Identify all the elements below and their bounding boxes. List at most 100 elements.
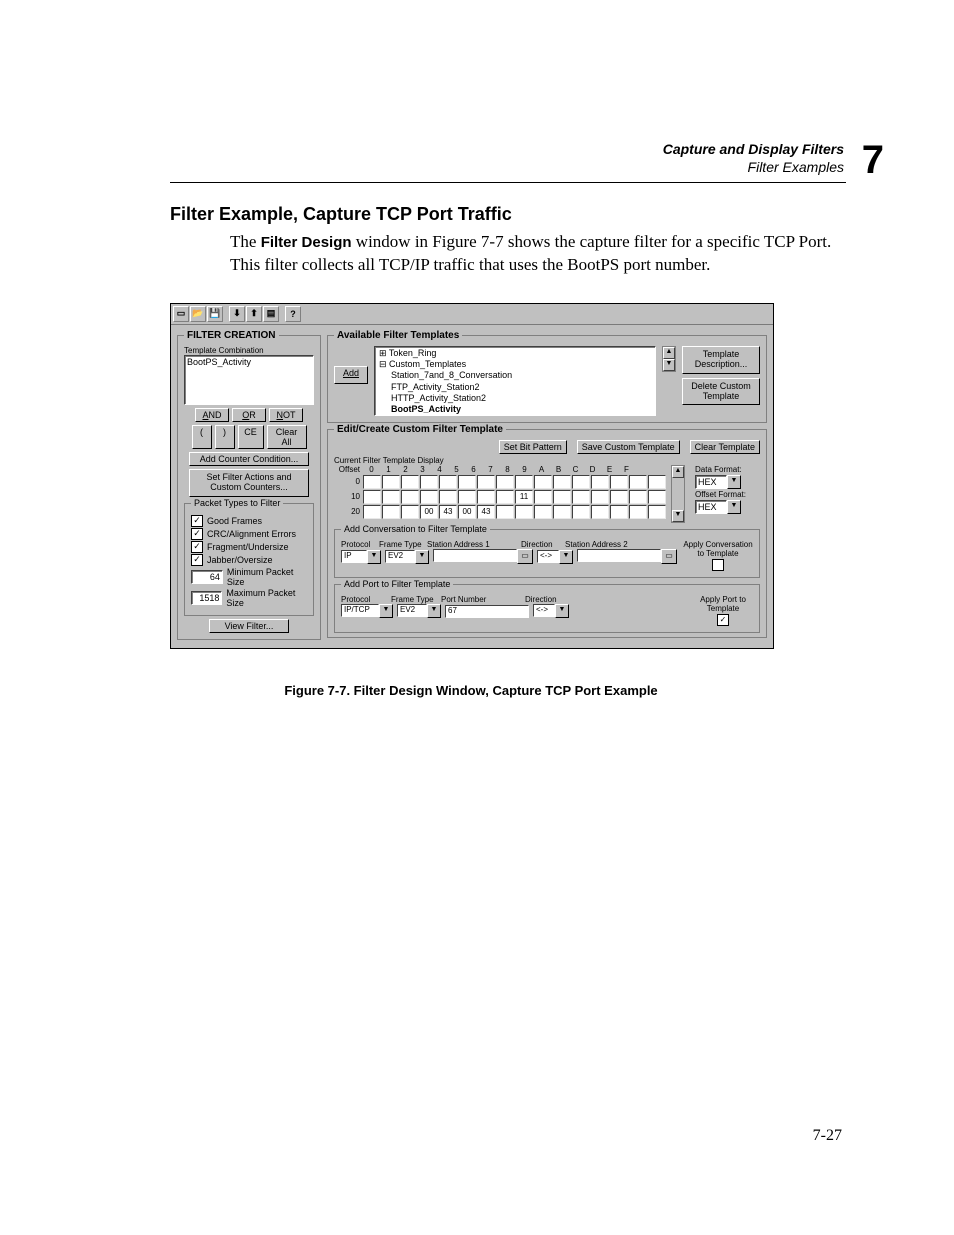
apply-conversation-label: Apply Conversation to Template bbox=[683, 540, 753, 558]
clear-template-button[interactable]: Clear Template bbox=[690, 440, 760, 454]
running-header: Capture and Display Filters Filter Examp… bbox=[663, 140, 844, 176]
template-tree[interactable]: ⊞ Token_Ring ⊟ Custom_Templates Station_… bbox=[374, 346, 656, 416]
tree-item-bootps[interactable]: BootPS_Activity bbox=[379, 404, 653, 415]
offset-format-select[interactable]: HEX bbox=[695, 500, 727, 514]
tree-item-ftp[interactable]: FTP_Activity_Station2 bbox=[379, 382, 653, 393]
crc-errors-checkbox[interactable]: ✓CRC/Alignment Errors bbox=[191, 528, 307, 540]
port-protocol-select[interactable]: IP/TCP bbox=[341, 604, 379, 617]
header-rule bbox=[170, 182, 846, 183]
toolbar-save-icon[interactable]: 💾 bbox=[207, 306, 223, 322]
conv-sa2-field[interactable] bbox=[577, 549, 661, 562]
dropdown-icon[interactable]: ▼ bbox=[555, 604, 569, 618]
apply-conversation-checkbox[interactable] bbox=[712, 559, 724, 571]
toolbar-up-icon[interactable]: ⬆ bbox=[246, 306, 262, 322]
rparen-button[interactable]: ) bbox=[215, 425, 235, 449]
filter-design-window: ▭ 📂 💾 ⬇ ⬆ ▤ ? FILTER CREATION Template C… bbox=[170, 303, 774, 649]
conv-frame-select[interactable]: EV2 bbox=[385, 550, 415, 563]
dropdown-icon[interactable]: ▼ bbox=[727, 475, 741, 489]
max-packet-size-field[interactable]: 1518 bbox=[191, 591, 222, 605]
not-button[interactable]: NOT bbox=[269, 408, 303, 422]
template-combination-label: Template Combination bbox=[184, 346, 314, 355]
offset-format-label: Offset Format: bbox=[695, 490, 746, 499]
port-frame-select[interactable]: EV2 bbox=[397, 604, 427, 617]
bit-row-0: 0 bbox=[334, 475, 667, 489]
add-conversation-title: Add Conversation to Filter Template bbox=[341, 524, 490, 534]
port-direction-select[interactable]: <-> bbox=[533, 604, 555, 617]
add-counter-condition-button[interactable]: Add Counter Condition... bbox=[189, 452, 309, 466]
fragment-checkbox[interactable]: ✓Fragment/Undersize bbox=[191, 541, 307, 553]
ce-button[interactable]: CE bbox=[238, 425, 264, 449]
conv-protocol-select[interactable]: IP bbox=[341, 550, 367, 563]
packet-types-group: Packet Types to Filter ✓Good Frames ✓CRC… bbox=[184, 503, 314, 616]
scroll-up-icon[interactable]: ▲ bbox=[663, 347, 675, 359]
packet-types-title: Packet Types to Filter bbox=[191, 498, 283, 508]
tree-item-custom[interactable]: ⊟ Custom_Templates bbox=[379, 359, 653, 370]
bit-cell-20-5[interactable]: 00 bbox=[458, 505, 476, 519]
check-icon: ✓ bbox=[191, 554, 203, 566]
set-filter-actions-button[interactable]: Set Filter Actions and Custom Counters..… bbox=[189, 469, 309, 497]
dropdown-icon[interactable]: ▼ bbox=[427, 604, 441, 618]
dropdown-icon[interactable]: ▼ bbox=[559, 550, 573, 564]
template-combination-value: BootPS_Activity bbox=[187, 357, 251, 367]
tree-item-http[interactable]: HTTP_Activity_Station2 bbox=[379, 393, 653, 404]
scroll-up-icon[interactable]: ▲ bbox=[672, 466, 684, 478]
dropdown-icon[interactable]: ▼ bbox=[379, 604, 393, 618]
template-combination-field[interactable]: BootPS_Activity bbox=[184, 355, 314, 405]
min-packet-size-label: Minimum Packet Size bbox=[227, 567, 307, 587]
dropdown-icon[interactable]: ▼ bbox=[367, 550, 381, 564]
edit-create-template-group: Edit/Create Custom Filter Template Set B… bbox=[327, 429, 767, 638]
lparen-button[interactable]: ( bbox=[192, 425, 212, 449]
min-packet-size-field[interactable]: 64 bbox=[191, 570, 223, 584]
good-frames-checkbox[interactable]: ✓Good Frames bbox=[191, 515, 307, 527]
add-port-title: Add Port to Filter Template bbox=[341, 579, 453, 589]
conv-sa1-field[interactable] bbox=[433, 549, 517, 562]
bit-row-10: 10 11 bbox=[334, 490, 667, 504]
chapter-number: 7 bbox=[862, 134, 884, 186]
dropdown-icon[interactable]: ▼ bbox=[415, 550, 429, 564]
apply-port-label: Apply Port to Template bbox=[693, 595, 753, 613]
and-button[interactable]: AND bbox=[195, 408, 229, 422]
section-heading: Filter Example, Capture TCP Port Traffic bbox=[170, 204, 854, 225]
clear-all-button[interactable]: Clear All bbox=[267, 425, 307, 449]
scroll-down-icon[interactable]: ▼ bbox=[672, 510, 684, 522]
jabber-checkbox[interactable]: ✓Jabber/Oversize bbox=[191, 554, 307, 566]
figure-7-7: ▭ 📂 💾 ⬇ ⬆ ▤ ? FILTER CREATION Template C… bbox=[170, 303, 854, 698]
dropdown-icon[interactable]: ▼ bbox=[727, 500, 741, 514]
filter-creation-title: FILTER CREATION bbox=[184, 330, 279, 341]
header-line1: Capture and Display Filters bbox=[663, 140, 844, 158]
add-template-button[interactable]: Add bbox=[334, 366, 368, 384]
view-filter-button[interactable]: View Filter... bbox=[209, 619, 289, 633]
scroll-down-icon[interactable]: ▼ bbox=[663, 359, 675, 371]
delete-template-button[interactable]: Delete Custom Template bbox=[682, 378, 760, 406]
tree-scrollbar[interactable]: ▲ ▼ bbox=[662, 346, 676, 372]
bit-grid-scrollbar[interactable]: ▲ ▼ bbox=[671, 465, 685, 523]
add-port-group: Add Port to Filter Template Protocol Fra… bbox=[334, 584, 760, 633]
bit-cell-20-4[interactable]: 43 bbox=[439, 505, 457, 519]
check-icon: ✓ bbox=[191, 515, 203, 527]
set-bit-pattern-button[interactable]: Set Bit Pattern bbox=[499, 440, 567, 454]
max-packet-size-label: Maximum Packet Size bbox=[226, 588, 307, 608]
filter-creation-group: FILTER CREATION Template Combination Boo… bbox=[177, 335, 321, 640]
address-book-icon[interactable]: ▭ bbox=[661, 549, 677, 564]
port-number-field[interactable]: 67 bbox=[445, 605, 529, 618]
toolbar-open-icon[interactable]: 📂 bbox=[190, 306, 206, 322]
or-button[interactable]: OR bbox=[232, 408, 266, 422]
tree-item-station78[interactable]: Station_7and_8_Conversation bbox=[379, 370, 653, 381]
data-format-select[interactable]: HEX bbox=[695, 475, 727, 489]
bit-cell-10-8[interactable]: 11 bbox=[515, 490, 533, 504]
conv-direction-select[interactable]: <-> bbox=[537, 550, 559, 563]
template-description-button[interactable]: Template Description... bbox=[682, 346, 760, 374]
header-line2: Filter Examples bbox=[663, 158, 844, 176]
toolbar-help-icon[interactable]: ? bbox=[285, 306, 301, 322]
bit-cell-20-6[interactable]: 43 bbox=[477, 505, 495, 519]
save-custom-template-button[interactable]: Save Custom Template bbox=[577, 440, 680, 454]
toolbar-misc-icon[interactable]: ▤ bbox=[263, 306, 279, 322]
bit-cell-20-3[interactable]: 00 bbox=[420, 505, 438, 519]
address-book-icon[interactable]: ▭ bbox=[517, 549, 533, 564]
tree-item-token-ring[interactable]: ⊞ Token_Ring bbox=[379, 348, 653, 359]
toolbar-new-icon[interactable]: ▭ bbox=[173, 306, 189, 322]
add-conversation-group: Add Conversation to Filter Template Prot… bbox=[334, 529, 760, 578]
apply-port-checkbox[interactable]: ✓ bbox=[717, 614, 729, 626]
current-template-display-label: Current Filter Template Display bbox=[334, 456, 760, 465]
toolbar-down-icon[interactable]: ⬇ bbox=[229, 306, 245, 322]
